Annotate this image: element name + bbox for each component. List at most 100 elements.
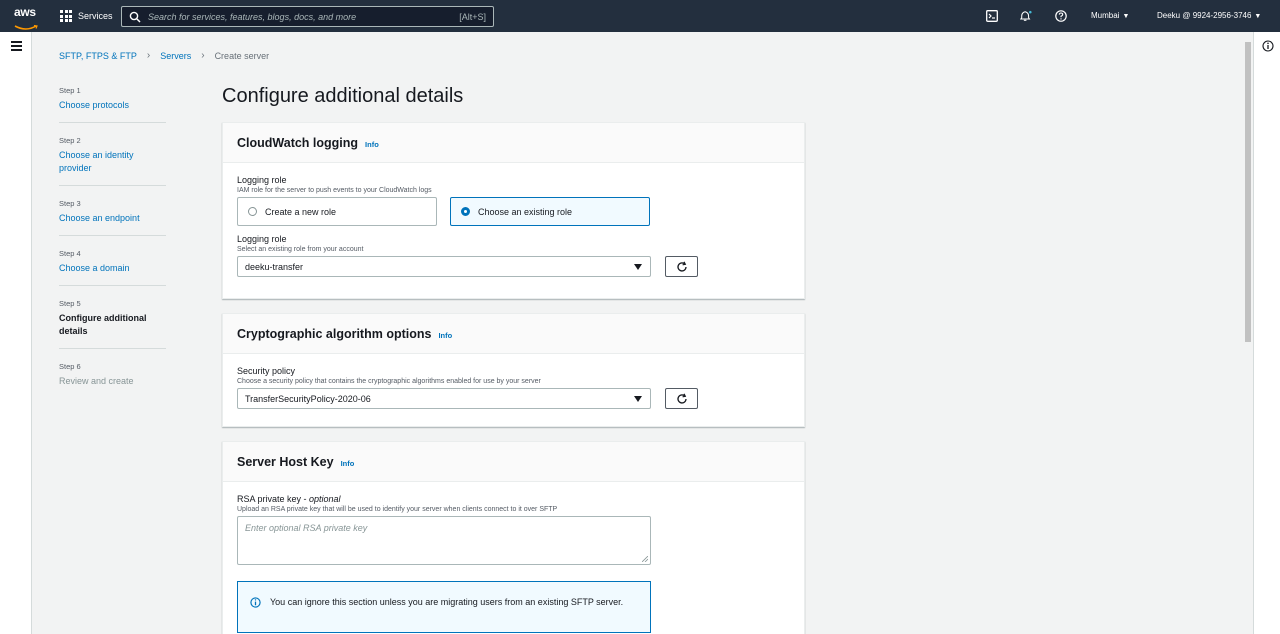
- radio-label: Create a new role: [265, 206, 337, 217]
- breadcrumb: SFTP, FTPS & FTP › Servers › Create serv…: [59, 50, 269, 61]
- security-policy-select[interactable]: TransferSecurityPolicy-2020-06: [237, 388, 651, 409]
- chevron-right-icon: ›: [146, 50, 151, 61]
- field-description: Select an existing role from your accoun…: [237, 246, 364, 253]
- breadcrumb-current: Create server: [214, 50, 270, 61]
- scrollbar-thumb[interactable]: [1245, 42, 1251, 342]
- panel-header: Cryptographic algorithm options Info: [223, 314, 804, 354]
- help-icon[interactable]: [1055, 10, 1067, 22]
- crypto-options-panel: Cryptographic algorithm options Info Sec…: [222, 313, 805, 427]
- info-circle-icon: [250, 597, 261, 608]
- search-icon: [129, 11, 141, 23]
- field-description: Upload an RSA private key that will be u…: [237, 506, 558, 513]
- field-label: RSA private key - optional: [237, 494, 790, 504]
- optional-label: optional: [309, 494, 341, 504]
- wizard-step-3: Step 3 Choose an endpoint: [59, 199, 166, 236]
- notifications-bell-icon[interactable]: [1020, 10, 1032, 22]
- side-navigation-rail: [0, 32, 32, 634]
- field-label: Security policy: [237, 366, 296, 376]
- cloudshell-icon[interactable]: [986, 10, 998, 22]
- field-label: Logging role: [237, 234, 287, 244]
- radio-label: Choose an existing role: [478, 206, 573, 217]
- refresh-button[interactable]: [665, 256, 698, 277]
- caret-down-icon: ▼: [1122, 13, 1130, 20]
- resize-grip-icon[interactable]: [642, 556, 648, 562]
- tools-rail: [1253, 32, 1280, 634]
- logging-role-radio-group: Create a new role Choose an existing rol…: [237, 197, 790, 226]
- wizard-steps: Step 1 Choose protocols Step 2 Choose an…: [59, 86, 166, 411]
- account-label: Deeku @ 9924-2956-3746: [1157, 11, 1252, 20]
- panel-header: Server Host Key Info: [223, 442, 804, 482]
- field-description: Choose a security policy that contains t…: [237, 378, 541, 385]
- radio-button-selected-icon: [461, 207, 470, 216]
- step-label: Step 6: [59, 362, 81, 371]
- wizard-step-6: Step 6 Review and create: [59, 362, 166, 398]
- field-label: Logging role: [237, 175, 287, 185]
- page-title: Configure additional details: [222, 85, 464, 107]
- refresh-icon: [676, 261, 687, 272]
- aws-logo[interactable]: aws: [14, 5, 40, 30]
- panel-title: CloudWatch logging: [237, 135, 359, 150]
- region-label: Mumbai: [1091, 11, 1120, 20]
- wizard-step-1: Step 1 Choose protocols: [59, 86, 166, 123]
- select-value: TransferSecurityPolicy-2020-06: [245, 393, 371, 404]
- step-label: Step 2: [59, 136, 81, 145]
- rsa-private-key-textarea[interactable]: Enter optional RSA private key: [237, 516, 651, 565]
- wizard-step-4: Step 4 Choose a domain: [59, 249, 166, 286]
- chevron-right-icon: ›: [201, 50, 205, 61]
- step-link-identity-provider[interactable]: Choose an identity provider: [59, 149, 166, 175]
- aws-smile-icon: [14, 24, 38, 30]
- select-row: TransferSecurityPolicy-2020-06: [237, 388, 790, 409]
- step-label: Step 5: [59, 299, 81, 308]
- caret-down-icon: [634, 396, 642, 402]
- panel-body: Logging role IAM role for the server to …: [223, 163, 804, 289]
- info-panel-icon[interactable]: [1262, 40, 1274, 52]
- radio-choose-existing-role[interactable]: Choose an existing role: [450, 197, 650, 226]
- logging-role-select[interactable]: deeku-transfer: [237, 256, 651, 277]
- account-menu[interactable]: Deeku @ 9924-2956-3746 ▼: [1157, 11, 1261, 20]
- panel-body: Security policy Choose a security policy…: [223, 354, 804, 421]
- region-selector[interactable]: Mumbai ▼: [1091, 11, 1129, 20]
- select-row: deeku-transfer: [237, 256, 790, 277]
- wizard-step-2: Step 2 Choose an identity provider: [59, 136, 166, 186]
- panel-title: Cryptographic algorithm options: [237, 326, 432, 341]
- grid-icon: [60, 10, 72, 22]
- refresh-icon: [676, 393, 687, 404]
- panel-header: CloudWatch logging Info: [223, 123, 804, 163]
- services-label: Services: [78, 11, 113, 21]
- info-link[interactable]: Info: [365, 140, 379, 149]
- breadcrumb-link-servers[interactable]: Servers: [160, 51, 191, 61]
- step-label: Step 1: [59, 86, 81, 95]
- caret-down-icon: ▼: [1254, 13, 1262, 20]
- search-placeholder: Search for services, features, blogs, do…: [148, 11, 357, 22]
- page-scrollbar[interactable]: [1243, 32, 1253, 634]
- step-review-create: Review and create: [59, 376, 134, 386]
- step-link-choose-protocols[interactable]: Choose protocols: [59, 99, 166, 112]
- panel-title: Server Host Key: [237, 454, 334, 469]
- hamburger-menu-icon[interactable]: [11, 41, 22, 53]
- field-description: IAM role for the server to push events t…: [237, 187, 432, 194]
- alert-text: You can ignore this section unless you a…: [270, 597, 624, 607]
- aws-logo-text: aws: [14, 5, 36, 19]
- services-menu-button[interactable]: Services: [60, 8, 113, 24]
- step-current-configure-details: Configure additional details: [59, 313, 147, 336]
- breadcrumb-link-sftp[interactable]: SFTP, FTPS & FTP: [59, 51, 137, 61]
- panel-body: RSA private key - optional Upload an RSA…: [223, 482, 804, 634]
- step-link-endpoint[interactable]: Choose an endpoint: [59, 212, 166, 225]
- cloudwatch-logging-panel: CloudWatch logging Info Logging role IAM…: [222, 122, 805, 299]
- info-alert: You can ignore this section unless you a…: [237, 581, 651, 633]
- wizard-step-5: Step 5 Configure additional details: [59, 299, 166, 349]
- caret-down-icon: [634, 264, 642, 270]
- refresh-button[interactable]: [665, 388, 698, 409]
- search-shortcut: [Alt+S]: [459, 11, 486, 22]
- radio-button-icon: [248, 207, 257, 216]
- step-link-domain[interactable]: Choose a domain: [59, 262, 166, 275]
- step-label: Step 4: [59, 249, 81, 258]
- info-link[interactable]: Info: [341, 459, 355, 468]
- search-input[interactable]: Search for services, features, blogs, do…: [121, 6, 494, 27]
- textarea-placeholder: Enter optional RSA private key: [245, 523, 368, 533]
- info-link[interactable]: Info: [438, 331, 452, 340]
- server-host-key-panel: Server Host Key Info RSA private key - o…: [222, 441, 805, 634]
- select-value: deeku-transfer: [245, 261, 304, 272]
- top-navigation: aws Services Search for services, featur…: [0, 0, 1280, 32]
- radio-create-new-role[interactable]: Create a new role: [237, 197, 437, 226]
